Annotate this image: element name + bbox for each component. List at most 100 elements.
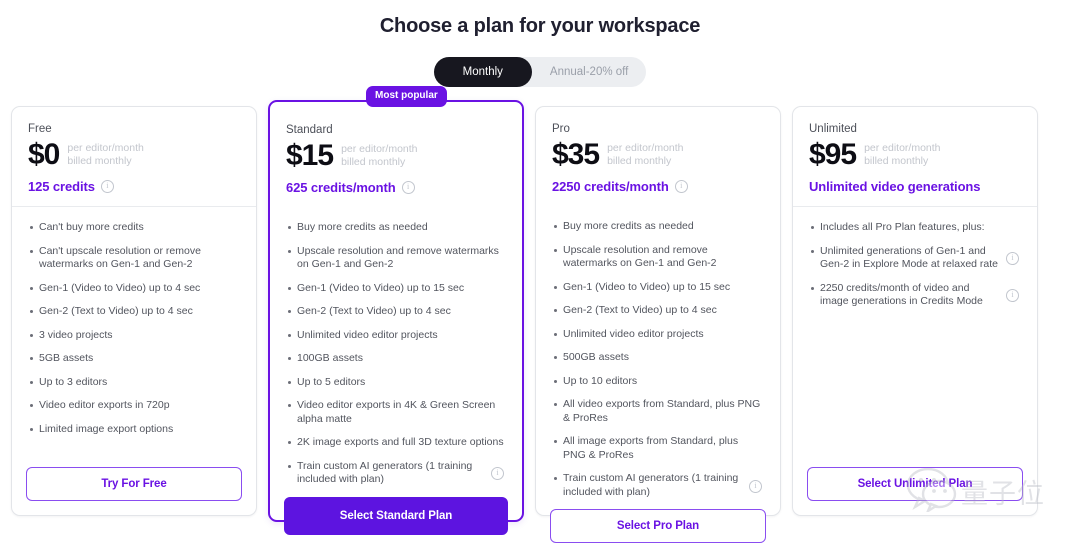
price-row: $15 per editor/monthbilled monthly [286, 141, 506, 171]
feature-item: Train custom AI generators (1 training i… [554, 472, 766, 499]
feature-item: Upscale resolution and remove watermarks… [554, 244, 766, 271]
feature-text: Train custom AI generators (1 training i… [297, 460, 485, 487]
feature-list: Includes all Pro Plan features, plus:Unl… [793, 207, 1037, 467]
feature-list: Buy more credits as neededUpscale resolu… [270, 207, 522, 497]
feature-text: Up to 10 editors [563, 375, 762, 389]
bullet-icon [288, 287, 291, 290]
price-meta: per editor/monthbilled monthly [341, 141, 417, 169]
bullet-icon [30, 250, 33, 253]
price-row: $95per editor/monthbilled monthly [809, 140, 1021, 170]
feature-item: Video editor exports in 720p [30, 399, 242, 413]
plan-credits: Unlimited video generations [809, 179, 980, 194]
feature-text: Train custom AI generators (1 training i… [563, 472, 743, 499]
price-row: $35 per editor/monthbilled monthly [552, 140, 764, 170]
select-plan-button-unlimited[interactable]: Select Unlimited Plan [807, 467, 1023, 501]
feature-list: Buy more credits as needed Upscale resolu… [536, 206, 780, 509]
feature-item: Unlimited video editor projects [554, 328, 766, 342]
feature-text: Buy more credits as needed [563, 220, 762, 234]
billing-toggle-option-monthly[interactable]: Monthly [434, 57, 532, 87]
bullet-icon [288, 357, 291, 360]
bullet-icon [30, 381, 33, 384]
feature-item: All image exports from Standard, plus PN… [554, 435, 766, 462]
billing-toggle-wrapper: MonthlyAnnual-20% off [0, 57, 1080, 87]
feature-text: Unlimited video editor projects [297, 329, 504, 343]
bullet-icon [554, 309, 557, 312]
feature-text: 2250 credits/month of video and image ge… [820, 282, 1000, 309]
card-header: Standard $15 per editor/monthbilled monthl… [270, 102, 522, 207]
feature-text: Gen-1 (Video to Video) up to 15 sec [563, 281, 762, 295]
billing-toggle-option-annual[interactable]: Annual-20% off [532, 57, 646, 87]
price-meta: per editor/monthbilled monthly [864, 140, 940, 168]
feature-info-icon[interactable]: i [749, 480, 762, 493]
feature-text: Up to 5 editors [297, 376, 504, 390]
feature-item: Up to 3 editors [30, 376, 242, 390]
feature-item: Train custom AI generators (1 training i… [288, 460, 508, 487]
plan-price: $35 [552, 140, 599, 170]
feature-text: Gen-2 (Text to Video) up to 4 sec [563, 304, 762, 318]
plan-price: $0 [28, 140, 59, 170]
page-title: Choose a plan for your workspace [0, 0, 1080, 38]
feature-text: Can't upscale resolution or remove water… [39, 245, 238, 272]
bullet-icon [554, 380, 557, 383]
bullet-icon [30, 404, 33, 407]
feature-text: Buy more credits as needed [297, 221, 504, 235]
feature-item: Up to 5 editors [288, 376, 508, 390]
feature-item: Gen-2 (Text to Video) up to 4 sec [288, 305, 508, 319]
billing-toggle[interactable]: MonthlyAnnual-20% off [434, 57, 647, 87]
plan-name: Free [28, 123, 240, 135]
bullet-icon [288, 404, 291, 407]
plan-credits: 625 credits/month [286, 180, 396, 195]
pricing-card-standard: Most popularStandard$15per editor/monthb… [268, 100, 524, 522]
select-plan-button-free[interactable]: Try For Free [26, 467, 242, 501]
card-footer: Select Standard Plan [270, 497, 522, 549]
feature-info-icon[interactable]: i [491, 467, 504, 480]
pricing-card-pro: Pro$35per editor/monthbilled monthly2250… [535, 106, 781, 516]
feature-info-icon[interactable]: i [1006, 289, 1019, 302]
pricing-card-unlimited: Unlimited$95per editor/monthbilled month… [792, 106, 1038, 516]
plan-name: Standard [286, 124, 506, 136]
feature-text: 100GB assets [297, 352, 504, 366]
select-plan-button-standard[interactable]: Select Standard Plan [284, 497, 508, 535]
feature-item: Unlimited video editor projects [288, 329, 508, 343]
feature-text: Gen-2 (Text to Video) up to 4 sec [39, 305, 238, 319]
credits-info-icon[interactable]: i [101, 180, 114, 193]
bullet-icon [288, 226, 291, 229]
price-per-unit: per editor/month [341, 143, 417, 156]
price-meta: per editor/monthbilled monthly [67, 140, 143, 168]
card-footer: Select Pro Plan [536, 509, 780, 557]
price-per-unit: per editor/month [607, 142, 683, 155]
price-billing-period: billed monthly [607, 155, 683, 168]
credits-info-icon[interactable]: i [675, 180, 688, 193]
feature-text: Gen-1 (Video to Video) up to 15 sec [297, 282, 504, 296]
feature-text: 500GB assets [563, 351, 762, 365]
price-meta: per editor/monthbilled monthly [607, 140, 683, 168]
feature-item: Gen-1 (Video to Video) up to 4 sec [30, 282, 242, 296]
feature-text: 3 video projects [39, 329, 238, 343]
plan-credits: 125 credits [28, 179, 95, 194]
price-row: $0 per editor/monthbilled monthly [28, 140, 240, 170]
bullet-icon [30, 334, 33, 337]
feature-text: 2K image exports and full 3D texture opt… [297, 436, 504, 450]
plan-price: $15 [286, 141, 333, 171]
credits-info-icon[interactable]: i [402, 181, 415, 194]
price-per-unit: per editor/month [864, 142, 940, 155]
feature-item: 100GB assets [288, 352, 508, 366]
feature-info-icon[interactable]: i [1006, 252, 1019, 265]
feature-text: 5GB assets [39, 352, 238, 366]
feature-item: Unlimited generations of Gen-1 and Gen-2… [811, 245, 1023, 272]
feature-text: Unlimited generations of Gen-1 and Gen-2… [820, 245, 1000, 272]
feature-item: Gen-2 (Text to Video) up to 4 sec [30, 305, 242, 319]
feature-item: Gen-1 (Video to Video) up to 15 sec [554, 281, 766, 295]
card-header: Unlimited$95per editor/monthbilled month… [793, 107, 1037, 206]
credits-row: 625 credits/month i [286, 180, 506, 195]
bullet-icon [554, 477, 557, 480]
feature-text: Limited image export options [39, 423, 238, 437]
feature-item: Gen-2 (Text to Video) up to 4 sec [554, 304, 766, 318]
bullet-icon [288, 250, 291, 253]
bullet-icon [554, 225, 557, 228]
feature-item: 2250 credits/month of video and image ge… [811, 282, 1023, 309]
feature-item: Video editor exports in 4K & Green Scree… [288, 399, 508, 426]
bullet-icon [30, 287, 33, 290]
select-plan-button-pro[interactable]: Select Pro Plan [550, 509, 766, 543]
feature-text: All video exports from Standard, plus PN… [563, 398, 762, 425]
